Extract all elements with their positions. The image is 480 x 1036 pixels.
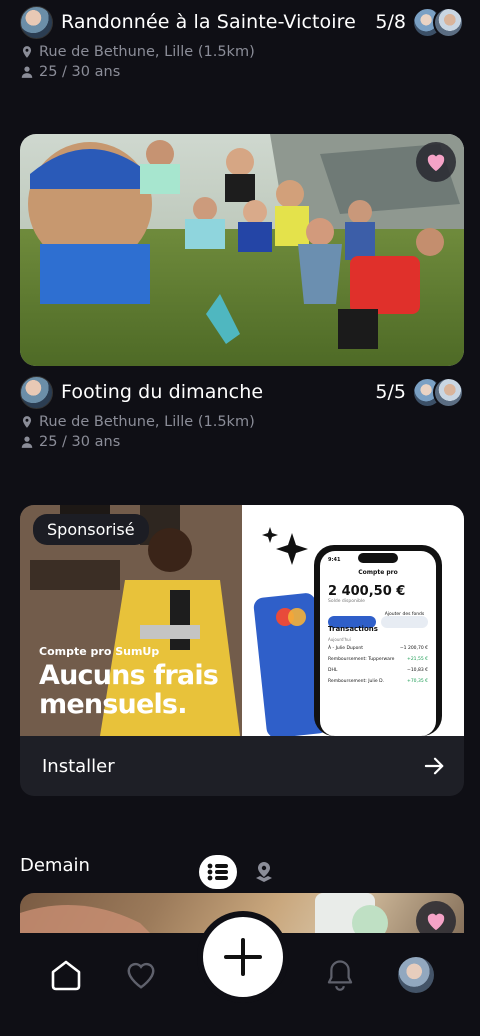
- install-button[interactable]: Installer: [20, 736, 464, 796]
- profile-avatar: [398, 957, 434, 993]
- organizer-avatar[interactable]: [20, 375, 53, 409]
- participant-count: 5/5: [375, 381, 406, 403]
- tab-profile[interactable]: [396, 955, 436, 995]
- heart-icon: [427, 913, 445, 931]
- person-icon: [21, 436, 33, 448]
- bell-icon: [327, 960, 353, 991]
- heart-outline-icon: [127, 962, 155, 989]
- participant-avatar: [433, 376, 464, 408]
- event-photo: [20, 134, 464, 366]
- phone-screen: 9:41 Compte pro 2 400,50 € Solde disponi…: [328, 557, 428, 684]
- event-location: Rue de Bethune, Lille (1.5km): [20, 412, 464, 432]
- location-pin-icon: [22, 46, 32, 58]
- section-title: Demain: [20, 855, 90, 876]
- heart-icon: [427, 154, 445, 172]
- organizer-avatar[interactable]: [20, 5, 53, 39]
- ad-kicker: Compte pro SumUp: [39, 645, 160, 658]
- event-location: Rue de Bethune, Lille (1.5km): [20, 42, 464, 62]
- event-header-2[interactable]: Footing du dimanche 5/5 Rue de Bethune, …: [20, 372, 464, 452]
- event-age-range: 25 / 30 ans: [20, 432, 464, 452]
- ad-headline: Aucuns frais mensuels.: [39, 660, 219, 720]
- plus-icon: [224, 938, 262, 976]
- map-pin-icon: [256, 862, 272, 882]
- event-header-1[interactable]: Randonnée à la Sainte-Victoire 5/8 Rue d…: [20, 2, 464, 82]
- arrow-right-icon: [424, 757, 444, 775]
- tab-favorites[interactable]: [121, 955, 161, 995]
- location-pin-icon: [22, 416, 32, 428]
- favorite-button[interactable]: [416, 142, 456, 182]
- participant-avatars[interactable]: [412, 6, 464, 38]
- create-event-button[interactable]: [203, 917, 283, 997]
- install-label: Installer: [42, 755, 115, 777]
- participant-count: 5/8: [375, 11, 406, 33]
- view-toggle[interactable]: [199, 855, 283, 889]
- event-photo-card[interactable]: [20, 134, 464, 366]
- event-title[interactable]: Footing du dimanche: [61, 381, 367, 403]
- list-view-button[interactable]: [199, 855, 237, 889]
- sponsored-ad-card[interactable]: 9:41 Compte pro 2 400,50 € Solde disponi…: [20, 505, 464, 796]
- participant-avatars[interactable]: [412, 376, 464, 408]
- tab-notifications[interactable]: [320, 955, 360, 995]
- person-icon: [21, 66, 33, 78]
- tab-home[interactable]: [46, 955, 86, 995]
- sponsored-badge: Sponsorisé: [33, 514, 149, 545]
- home-icon: [51, 960, 81, 991]
- participant-avatar: [433, 6, 464, 38]
- event-title[interactable]: Randonnée à la Sainte-Victoire: [61, 11, 367, 33]
- list-icon: [207, 863, 228, 881]
- map-view-button[interactable]: [245, 855, 283, 889]
- event-age-range: 25 / 30 ans: [20, 62, 464, 82]
